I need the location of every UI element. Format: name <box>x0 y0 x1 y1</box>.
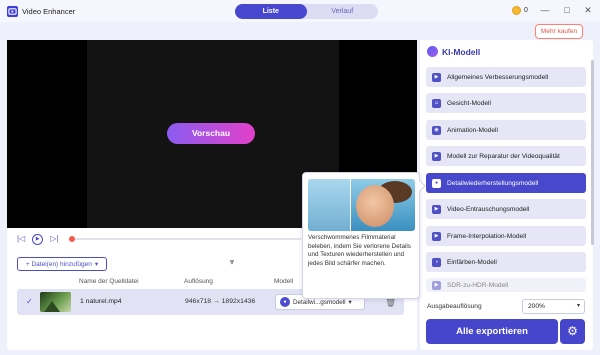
repair-icon: ▶ <box>432 151 441 161</box>
model-face[interactable]: ☺ Gesicht-Modell <box>426 93 586 113</box>
export-all-button[interactable]: Alle exportieren <box>426 319 558 344</box>
model-frame-interpolation[interactable]: ▶ Frame-Interpolation-Modell <box>426 226 586 246</box>
maximize-button[interactable]: □ <box>561 4 573 16</box>
tooltip-preview-image <box>308 179 415 231</box>
model-label: Video-Entrauschungsmodell <box>447 205 530 213</box>
detail-icon: ● <box>432 178 441 188</box>
hdr-icon: ▶ <box>432 280 441 290</box>
robot-icon <box>427 46 438 57</box>
model-icon: ▶ <box>432 72 441 82</box>
model-repair[interactable]: ▶ Modell zur Reparatur der Videoqualität <box>426 146 586 166</box>
ai-model-header: KI-Modell <box>427 46 480 57</box>
tab-verlauf[interactable]: Verlauf <box>307 4 379 19</box>
model-label: Frame-Interpolation-Modell <box>447 232 527 240</box>
ai-model-title: KI-Modell <box>442 46 481 57</box>
model-colorize[interactable]: ◑ Einfärben-Modell <box>426 252 586 272</box>
output-resolution-value: 200% <box>528 303 545 310</box>
model-sdr-hdr[interactable]: ▶ SDR-zu-HDR-Modell <box>426 278 586 292</box>
model-animation[interactable]: ◉ Animation-Modell <box>426 120 586 140</box>
tab-liste[interactable]: Liste <box>235 4 307 19</box>
frame-icon: ▶ <box>432 231 441 241</box>
minimize-button[interactable]: — <box>539 4 551 16</box>
credits-display: 0 <box>512 6 528 15</box>
app-logo-icon <box>7 5 18 17</box>
collapse-icon[interactable]: ⩔ <box>227 257 237 267</box>
face-icon: ☺ <box>432 98 441 108</box>
previous-frame-icon[interactable]: |◁ <box>17 234 25 244</box>
file-name: 1 naturel.mp4 <box>80 298 122 305</box>
output-resolution-label: Ausgabeauflösung <box>427 303 482 310</box>
model-icon: ● <box>280 297 290 307</box>
coin-icon <box>512 6 521 15</box>
add-files-label: + Datei(en) hinzufügen <box>25 260 92 268</box>
model-label: Einfärben-Modell <box>447 258 497 266</box>
timeline-handle[interactable] <box>69 236 75 242</box>
model-detail-restoration[interactable]: ● Detailwiederherstellungsmodell <box>426 173 586 193</box>
colorize-icon: ◑ <box>432 257 441 267</box>
model-label: Modell zur Reparatur der Videoqualität <box>447 152 560 160</box>
timeline-track[interactable] <box>71 238 301 240</box>
column-header-name: Name der Quelldatei <box>79 278 139 285</box>
next-frame-icon[interactable]: ▷| <box>50 234 58 244</box>
video-thumbnail <box>40 292 71 312</box>
credits-count: 0 <box>524 7 528 14</box>
add-files-button[interactable]: + Datei(en) hinzufügen ▾ <box>17 257 107 271</box>
model-label: Detailwiederherstellungsmodell <box>447 179 539 187</box>
gear-icon[interactable]: ⚙ <box>560 319 585 344</box>
video-letterbox-left <box>7 40 87 228</box>
play-icon[interactable]: ▶ <box>32 233 44 245</box>
view-tabs: Liste Verlauf <box>235 4 378 19</box>
player-controls: |◁ ▶ ▷| <box>17 233 58 245</box>
row-model-label: Detailwi...gsmodell <box>293 298 346 306</box>
chevron-down-icon: ▾ <box>576 303 580 309</box>
denoise-icon: ▶ <box>432 204 441 214</box>
file-resolution: 946x718 → 1892x1436 <box>185 298 256 305</box>
model-label: Animation-Modell <box>447 126 498 134</box>
close-button[interactable]: ✕ <box>582 4 594 16</box>
model-denoise[interactable]: ▶ Video-Entrauschungsmodell <box>426 199 586 219</box>
column-header-model: Modell <box>274 278 294 285</box>
model-label: Gesicht-Modell <box>447 99 491 107</box>
app-title: Video Enhancer <box>22 6 76 16</box>
output-resolution-select[interactable]: 200% ▾ <box>522 299 585 314</box>
row-checkbox[interactable]: ✓ <box>26 297 33 306</box>
buy-more-button[interactable]: Mehr kaufen <box>535 24 583 39</box>
chevron-down-icon: ▾ <box>348 298 352 306</box>
chevron-down-icon: ▾ <box>94 261 99 268</box>
model-general[interactable]: ▶ Allgemeines Verbesserungsmodell <box>426 67 586 87</box>
model-list-scrollbar[interactable] <box>591 60 594 245</box>
tooltip-description: Verschwommenes Filmmaterial beleben, ind… <box>308 234 411 267</box>
model-label: SDR-zu-HDR-Modell <box>447 281 509 289</box>
column-header-resolution: Auflösung <box>184 278 213 285</box>
model-label: Allgemeines Verbesserungsmodell <box>447 73 549 81</box>
animation-icon: ◉ <box>432 125 441 135</box>
preview-button[interactable]: Vorschau <box>167 123 255 144</box>
